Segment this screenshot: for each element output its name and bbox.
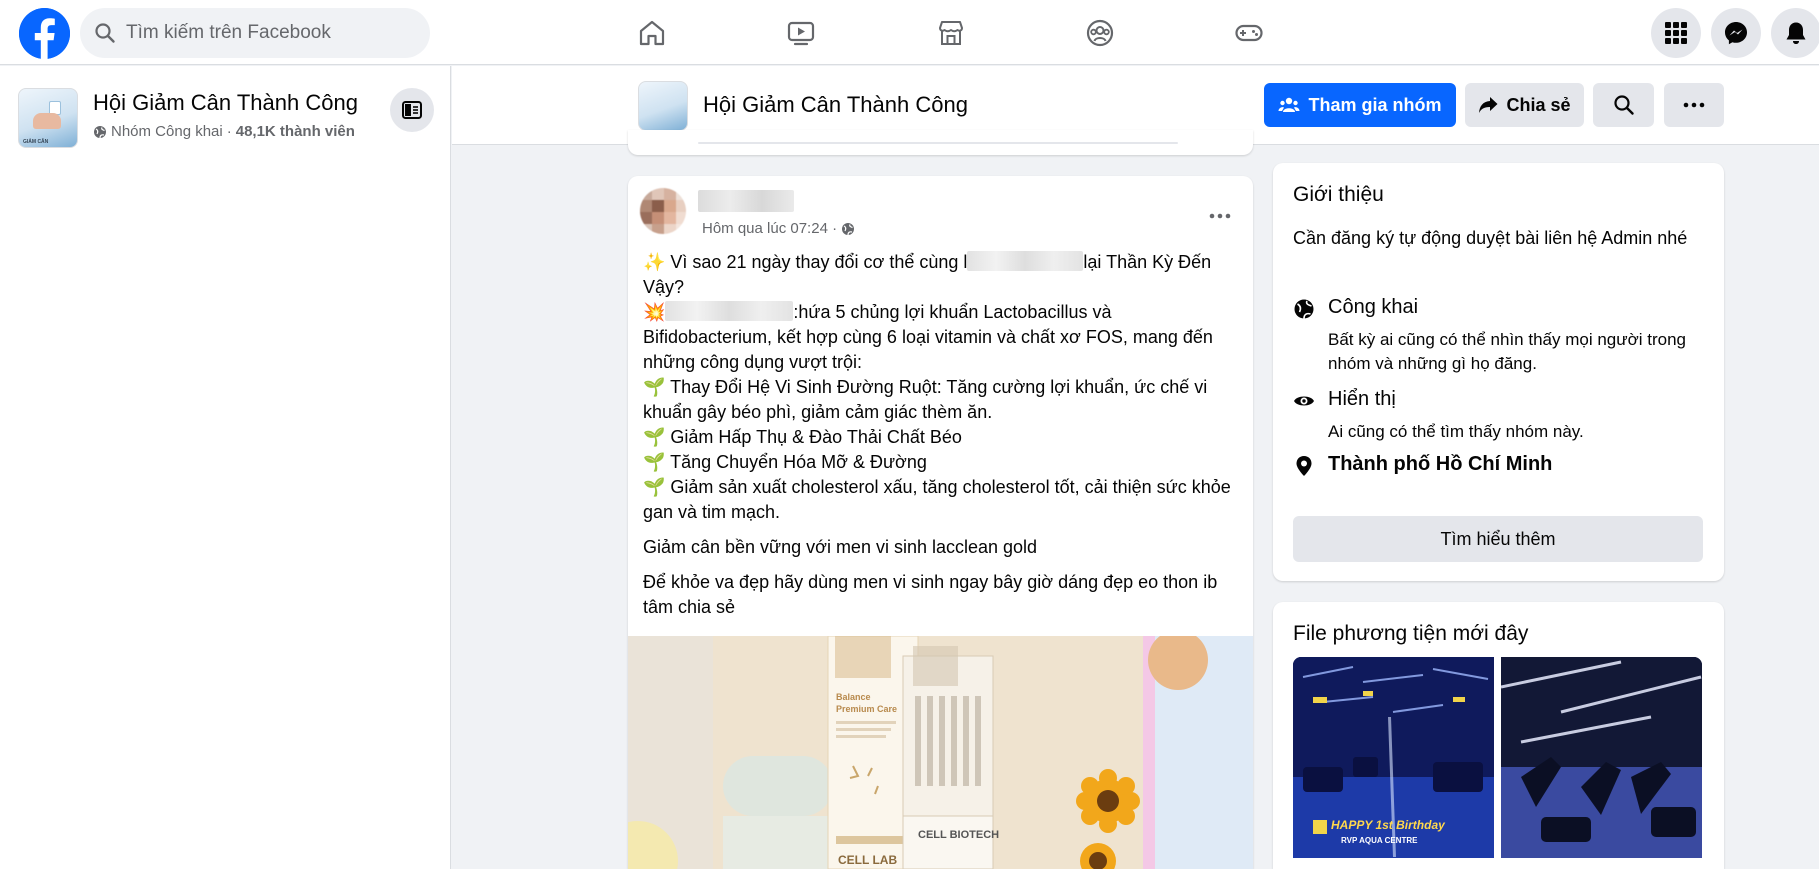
post-bullet: 🌱 Giảm sản xuất cholesterol xấu, tăng ch… <box>643 477 1231 522</box>
groups-tab[interactable] <box>1052 8 1148 58</box>
blurred-product-name <box>967 251 1084 271</box>
post-time-text: Hôm qua lúc 07:24 · <box>702 220 838 237</box>
learn-more-button[interactable]: Tìm hiểu thêm <box>1293 516 1703 562</box>
share-arrow-icon <box>1479 97 1498 113</box>
post-line2-start: 💥 <box>643 302 666 322</box>
gaming-tab[interactable] <box>1201 8 1297 58</box>
share-label: Chia sẻ <box>1506 94 1571 115</box>
bell-icon <box>1786 22 1806 44</box>
post-line1-start: ✨ Vì sao 21 ngày thay đổi cơ thể cùng l <box>643 252 968 272</box>
author-avatar-blurred[interactable] <box>640 188 686 234</box>
location-text[interactable]: Thành phố Hồ Chí Minh <box>1328 453 1552 476</box>
more-horizontal-icon <box>1209 213 1231 219</box>
feed-post: Hôm qua lúc 07:24 · ✨ Vì sao 21 ngày tha… <box>628 176 1253 869</box>
post-timestamp[interactable]: Hôm qua lúc 07:24 · <box>702 220 855 237</box>
visible-description: Ai cũng có thể tìm thấy nhóm này. <box>1328 422 1584 441</box>
eye-icon <box>1294 396 1314 406</box>
author-name-blurred[interactable] <box>698 190 794 212</box>
previous-post-card <box>628 130 1253 155</box>
media-caption: HAPPY 1st Birthday <box>1331 818 1446 832</box>
media-thumbnail[interactable]: HAPPY 1st Birthday RVP AQUA CENTRE <box>1293 657 1494 858</box>
group-header-avatar[interactable] <box>638 81 688 131</box>
people-icon <box>1278 97 1300 112</box>
home-icon <box>639 20 665 46</box>
groups-icon <box>1086 19 1114 47</box>
facebook-logo-icon[interactable] <box>19 8 70 59</box>
globe-icon <box>94 125 106 138</box>
media-heading: File phương tiện mới đây <box>1293 622 1529 645</box>
group-avatar[interactable]: GIẢM CÂN <box>18 88 78 148</box>
menu-grid-icon <box>1665 22 1687 44</box>
post-paragraph: Giảm cân bền vững với men vi sinh laccle… <box>643 537 1038 557</box>
post-bullet: 🌱 Giảm Hấp Thụ & Đào Thải Chất Béo <box>643 427 962 447</box>
globe-icon <box>842 222 855 235</box>
group-more-button[interactable] <box>1664 83 1724 127</box>
video-icon <box>787 21 815 46</box>
post-bullet: 🌱 Tăng Chuyển Hóa Mỡ & Đường <box>643 452 927 472</box>
globe-icon <box>1294 299 1314 319</box>
more-horizontal-icon <box>1683 102 1705 108</box>
post-body: ✨ Vì sao 21 ngày thay đổi cơ thể cùng ll… <box>643 250 1243 620</box>
box-sub-text: Premium Care <box>836 704 897 714</box>
public-title: Công khai <box>1328 296 1419 318</box>
location-pin-icon <box>1296 456 1312 476</box>
group-privacy: Nhóm Công khai <box>111 123 223 140</box>
messenger-button[interactable] <box>1711 8 1761 58</box>
search-input[interactable] <box>126 22 406 44</box>
menu-button[interactable] <box>1651 8 1701 58</box>
media-thumbnail[interactable] <box>1501 657 1702 858</box>
member-count[interactable]: 48,1K thành viên <box>236 123 355 140</box>
group-search-button[interactable] <box>1593 83 1654 127</box>
marketplace-icon <box>939 21 963 45</box>
about-card: Giới thiệu Cần đăng ký tự động duyệt bài… <box>1273 163 1724 581</box>
meta-separator: · <box>226 123 232 140</box>
blurred-product-name <box>665 301 794 321</box>
collapse-sidebar-button[interactable] <box>390 88 434 132</box>
group-sidebar: GIẢM CÂN <box>0 66 451 869</box>
post-bullet: 🌱 Thay Đổi Hệ Vi Sinh Đường Ruột: Tăng c… <box>643 377 1208 422</box>
top-navigation-bar <box>0 0 1819 65</box>
share-button[interactable]: Chia sẻ <box>1465 83 1584 127</box>
box-bottom-text: CELL LAB <box>838 853 897 867</box>
home-tab[interactable] <box>604 8 700 58</box>
brand-text: CELL BIOTECH <box>918 829 999 841</box>
post-options-button[interactable] <box>1202 198 1238 234</box>
sidebar-collapse-icon <box>402 101 422 119</box>
search-icon <box>95 23 115 43</box>
join-group-label: Tham gia nhóm <box>1308 94 1442 115</box>
post-image[interactable]: Balance Premium Care CELL BIOTECH CELL L… <box>628 636 1253 869</box>
gaming-icon <box>1235 24 1263 42</box>
box-brand-text: Balance <box>836 692 871 702</box>
visible-title: Hiển thị <box>1328 388 1396 410</box>
gym-photo-2 <box>1501 657 1702 858</box>
public-description: Bất kỳ ai cũng có thể nhìn thấy mọi ngườ… <box>1328 330 1687 373</box>
media-sub-caption: RVP AQUA CENTRE <box>1341 836 1418 845</box>
messenger-icon <box>1725 22 1747 45</box>
about-heading: Giới thiệu <box>1293 183 1384 206</box>
post-paragraph: Để khỏe va đẹp hãy dùng men vi sinh ngay… <box>643 572 1218 617</box>
product-photo: Balance Premium Care CELL BIOTECH CELL L… <box>628 636 1253 869</box>
marketplace-tab[interactable] <box>903 8 999 58</box>
group-meta: Nhóm Công khai · 48,1K thành viên <box>93 123 355 140</box>
join-group-button[interactable]: Tham gia nhóm <box>1264 83 1456 127</box>
search-box[interactable] <box>80 8 430 58</box>
sidebar-group-name[interactable]: Hội Giảm Cân Thành Công <box>93 90 358 116</box>
gym-photo-1: HAPPY 1st Birthday RVP AQUA CENTRE <box>1293 657 1494 858</box>
about-description: Cần đăng ký tự động duyệt bài liên hệ Ad… <box>1293 228 1688 248</box>
search-icon <box>1613 95 1634 115</box>
group-header-title[interactable]: Hội Giảm Cân Thành Công <box>703 92 968 118</box>
recent-media-card: File phương tiện mới đây HAPPY 1st Birth… <box>1273 602 1724 869</box>
notifications-button[interactable] <box>1771 8 1819 58</box>
video-tab[interactable] <box>753 8 849 58</box>
